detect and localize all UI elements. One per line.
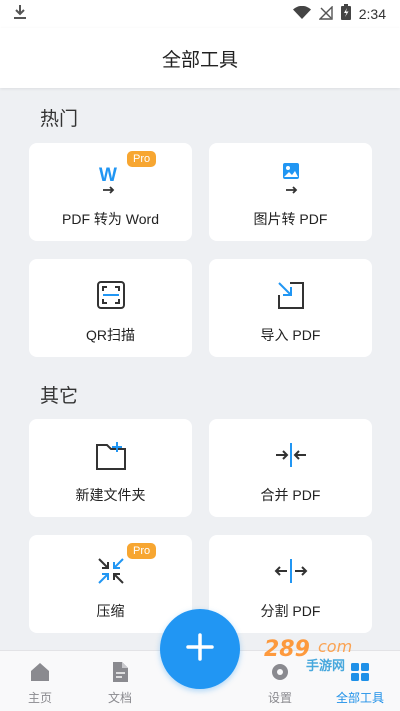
nav-item-home[interactable]: 主页 bbox=[0, 651, 80, 711]
status-time: 2:34 bbox=[358, 6, 386, 22]
nav-label: 设置 bbox=[267, 691, 292, 705]
tool-label: 图片转 PDF bbox=[253, 211, 328, 227]
image-convert-icon bbox=[273, 161, 309, 197]
tool-label: 压缩 bbox=[96, 603, 125, 619]
pro-badge: Pro bbox=[127, 151, 157, 167]
nav-label: 主页 bbox=[27, 691, 52, 705]
tool-label: 分割 PDF bbox=[260, 603, 321, 619]
tool-label: QR扫描 bbox=[86, 327, 135, 343]
merge-icon bbox=[273, 437, 309, 473]
tool-card-compress[interactable]: Pro 压缩 bbox=[29, 535, 192, 633]
tool-card-image-to-pdf[interactable]: 图片转 PDF bbox=[209, 143, 372, 241]
tool-label: 新建文件夹 bbox=[75, 487, 146, 503]
qr-scan-icon bbox=[93, 277, 129, 313]
word-convert-icon: W bbox=[93, 161, 129, 197]
tool-card-new-folder[interactable]: 新建文件夹 bbox=[29, 419, 192, 517]
tool-card-merge-pdf[interactable]: 合并 PDF bbox=[209, 419, 372, 517]
import-icon bbox=[273, 277, 309, 313]
battery-icon bbox=[340, 4, 351, 24]
plus-icon bbox=[185, 632, 215, 666]
tool-card-import-pdf[interactable]: 导入 PDF bbox=[209, 259, 372, 357]
add-button[interactable] bbox=[160, 609, 240, 689]
watermark-subtitle: 手游网 bbox=[306, 658, 345, 674]
nav-label: 文档 bbox=[107, 691, 132, 705]
split-icon bbox=[273, 553, 309, 589]
no-signal-icon bbox=[318, 4, 333, 24]
tool-card-qr-scan[interactable]: QR扫描 bbox=[29, 259, 192, 357]
section-title-hot: 热门 bbox=[40, 109, 79, 130]
wifi-icon bbox=[292, 5, 311, 24]
status-bar: 2:34 bbox=[0, 0, 400, 28]
header: 全部工具 bbox=[0, 28, 400, 88]
tool-label: 合并 PDF bbox=[260, 487, 321, 503]
section-title-other: 其它 bbox=[40, 386, 79, 407]
tool-label: 导入 PDF bbox=[260, 327, 321, 343]
watermark-logo: 289 com 手游网 bbox=[262, 634, 380, 674]
svg-text:W: W bbox=[99, 165, 117, 186]
nav-item-documents[interactable]: 文档 bbox=[80, 651, 160, 711]
compress-icon bbox=[93, 553, 129, 589]
tool-card-split-pdf[interactable]: 分割 PDF bbox=[209, 535, 372, 633]
tool-card-pdf-to-word[interactable]: Pro W PDF 转为 Word bbox=[29, 143, 192, 241]
page-title: 全部工具 bbox=[161, 49, 238, 71]
new-folder-icon bbox=[93, 437, 129, 473]
home-icon bbox=[27, 659, 53, 685]
watermark-suffix: com bbox=[318, 637, 352, 656]
tool-label: PDF 转为 Word bbox=[62, 211, 159, 227]
pro-badge: Pro bbox=[127, 543, 157, 559]
nav-label: 全部工具 bbox=[335, 691, 384, 705]
watermark-number: 289 bbox=[264, 637, 310, 662]
download-icon bbox=[12, 4, 28, 24]
document-icon bbox=[107, 659, 133, 685]
